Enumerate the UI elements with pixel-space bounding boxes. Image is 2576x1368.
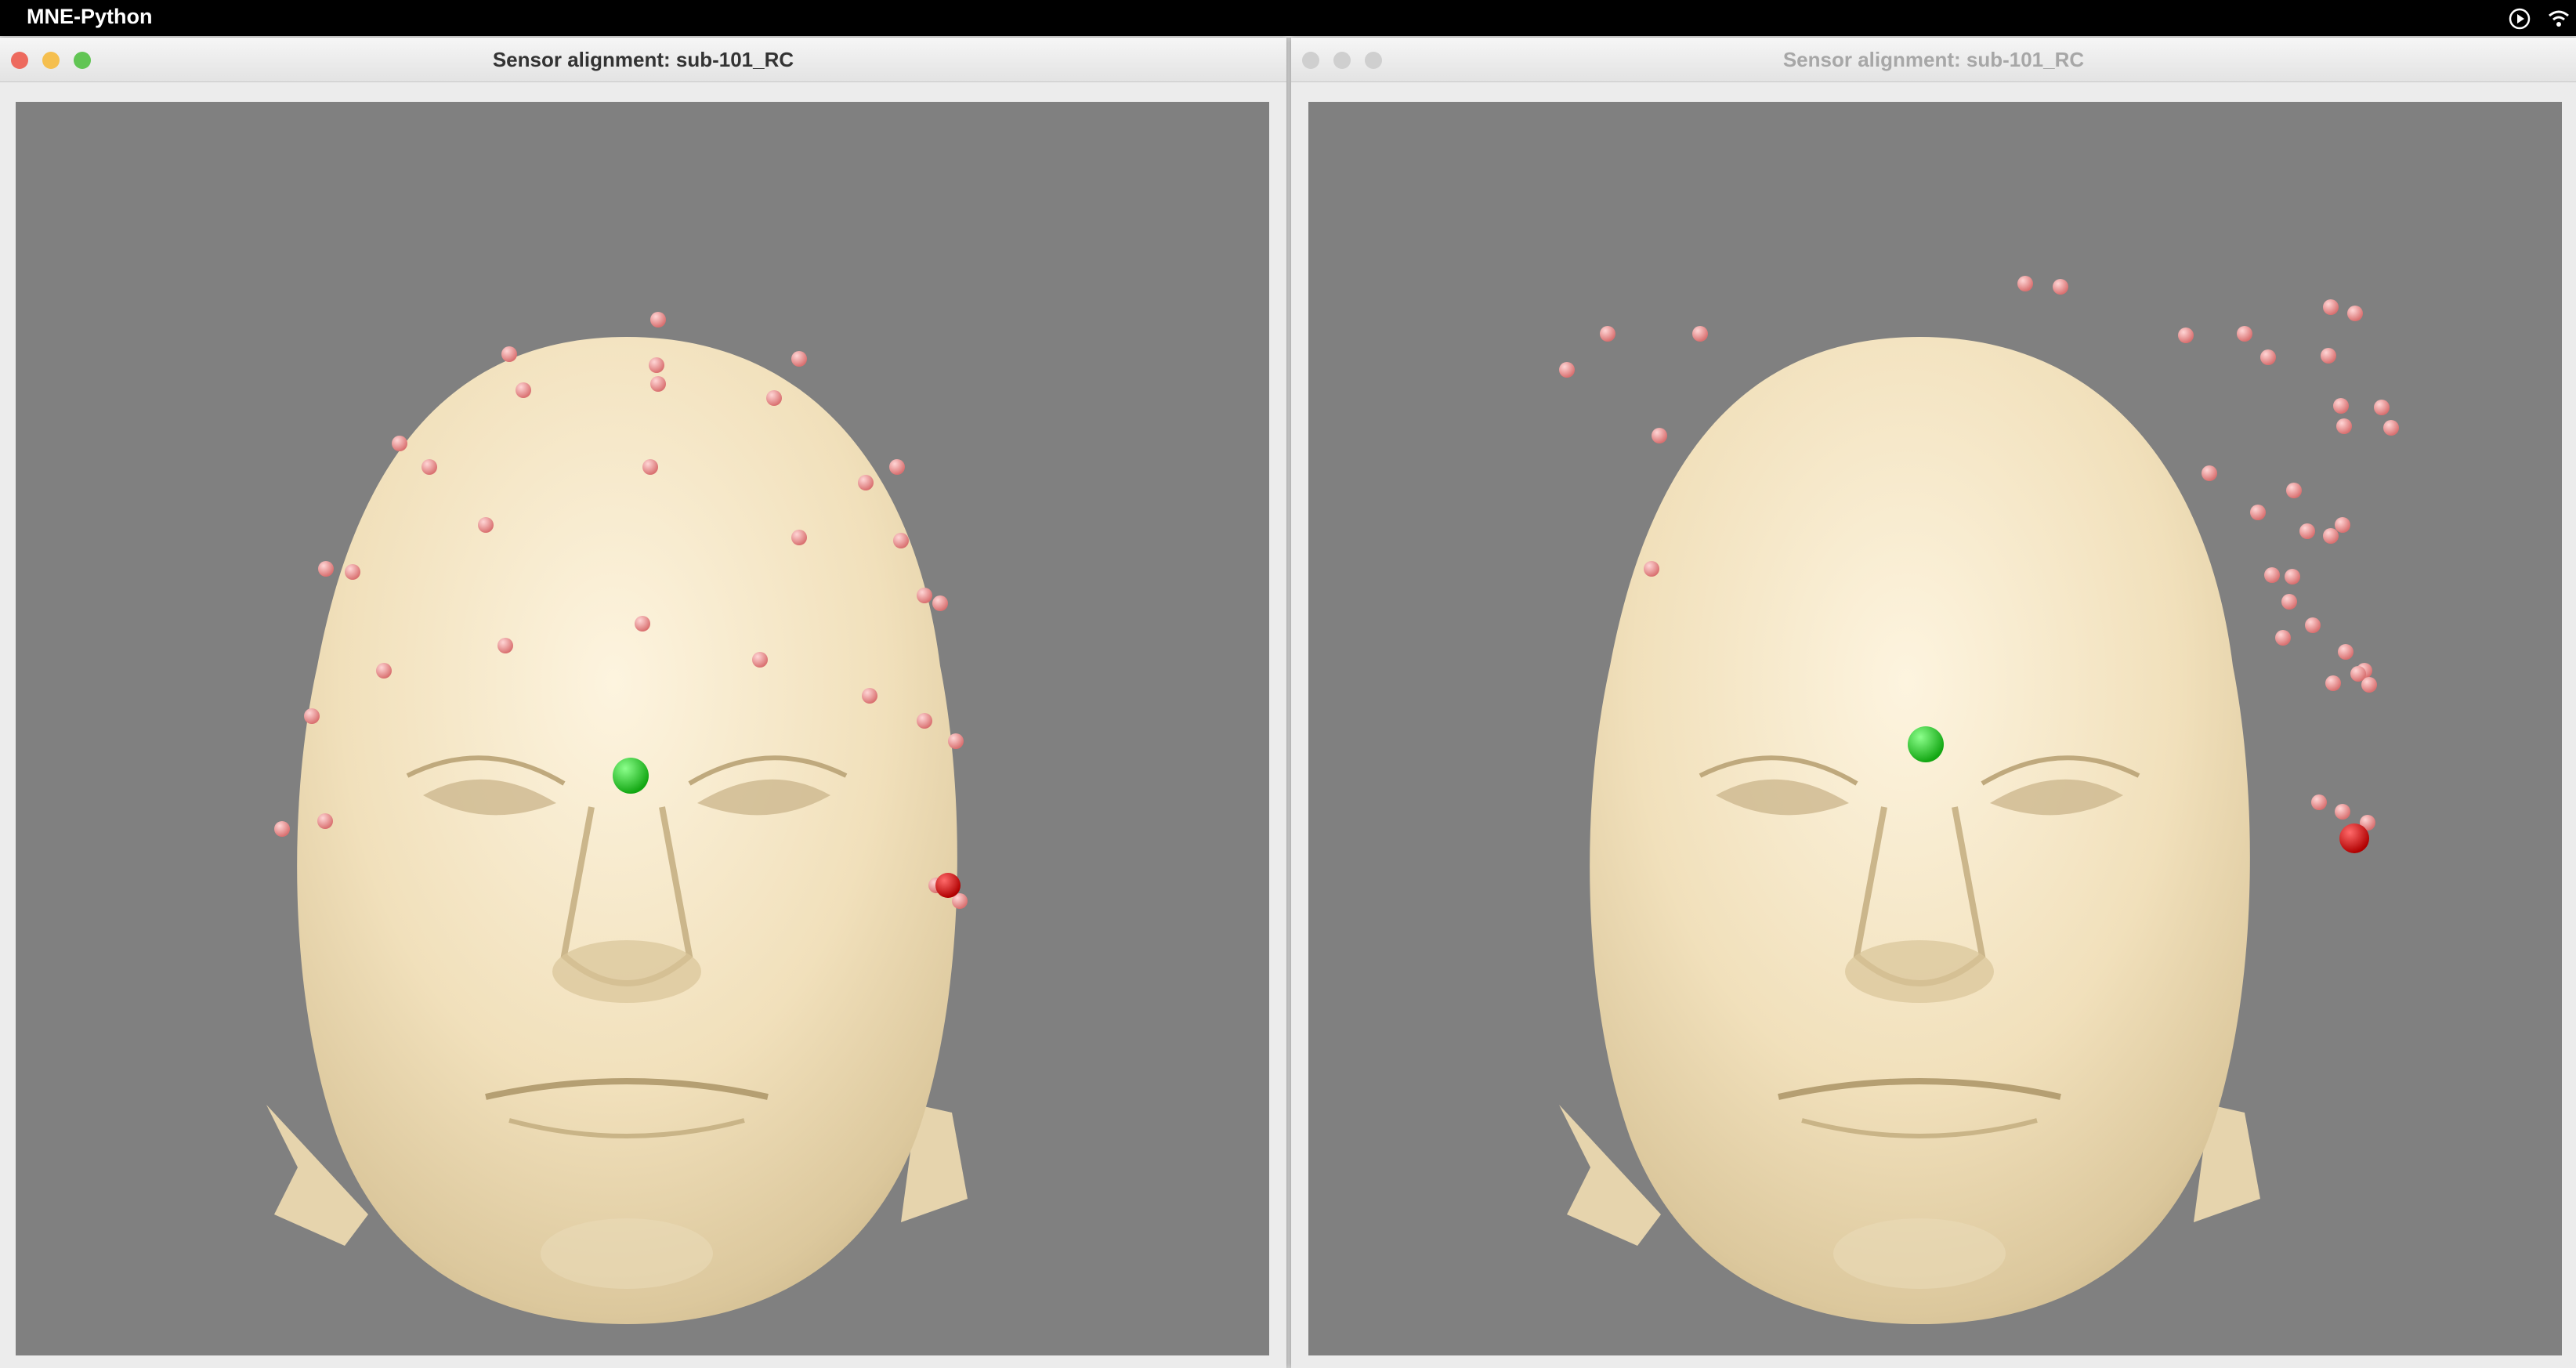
rpa-fiducial bbox=[2339, 823, 2369, 853]
title-bar[interactable]: Sensor alignment: sub-101_RC bbox=[1291, 38, 2576, 82]
sensor-point bbox=[1559, 362, 1575, 378]
sensor-point bbox=[2281, 594, 2297, 610]
sensor-alignment-window-left[interactable]: Sensor alignment: sub-101_RC bbox=[0, 38, 1286, 1368]
sensor-point bbox=[2311, 794, 2327, 810]
sensor-point bbox=[2053, 279, 2068, 295]
3d-render-viewport[interactable] bbox=[1308, 102, 2562, 1355]
sensor-alignment-window-right[interactable]: Sensor alignment: sub-101_RC bbox=[1291, 38, 2576, 1368]
sensor-point bbox=[650, 376, 666, 392]
sensor-point bbox=[766, 390, 782, 406]
sensor-point bbox=[2299, 523, 2315, 539]
head-surface bbox=[1559, 337, 2260, 1324]
sensor-point bbox=[2335, 804, 2350, 820]
sensor-point bbox=[304, 708, 320, 724]
sensor-point bbox=[2338, 644, 2353, 660]
nasion-fiducial bbox=[613, 758, 649, 794]
sensor-point bbox=[376, 663, 392, 679]
sensor-point bbox=[917, 713, 932, 729]
sensor-point bbox=[421, 459, 437, 475]
sensor-point bbox=[752, 652, 768, 668]
sensor-point bbox=[1652, 428, 1667, 443]
sensor-point bbox=[1600, 326, 1615, 342]
sensor-point bbox=[2347, 306, 2363, 321]
sensor-point bbox=[392, 436, 407, 451]
menu-bar: MNE-Python bbox=[0, 0, 2576, 36]
play-circle-icon[interactable] bbox=[2507, 6, 2532, 31]
sensor-point bbox=[858, 475, 874, 490]
sensor-point bbox=[2202, 465, 2217, 481]
sensor-point bbox=[650, 312, 666, 328]
sensor-point bbox=[2325, 675, 2341, 691]
sensor-point bbox=[791, 530, 807, 545]
sensor-point bbox=[501, 346, 517, 362]
sensor-point bbox=[917, 588, 932, 603]
head-sensor-scene[interactable] bbox=[1308, 102, 2562, 1355]
sensor-point bbox=[2383, 420, 2399, 436]
sensor-point bbox=[2305, 617, 2321, 633]
sensor-point bbox=[649, 357, 664, 373]
sensor-point bbox=[274, 821, 290, 837]
sensor-point bbox=[2323, 299, 2339, 315]
rpa-fiducial bbox=[935, 873, 961, 898]
sensor-point bbox=[2260, 349, 2276, 365]
sensor-point bbox=[635, 616, 650, 632]
sensor-point bbox=[516, 382, 531, 398]
sensor-point bbox=[2350, 666, 2366, 682]
sensor-point bbox=[317, 813, 333, 829]
title-bar[interactable]: Sensor alignment: sub-101_RC bbox=[0, 38, 1286, 82]
sensor-point bbox=[1692, 326, 1708, 342]
sensor-point bbox=[2335, 517, 2350, 533]
sensor-point bbox=[318, 561, 334, 577]
sensor-point bbox=[2321, 348, 2336, 364]
sensor-point bbox=[948, 733, 964, 749]
sensor-point bbox=[2333, 398, 2349, 414]
sensor-point bbox=[2285, 569, 2300, 584]
sensor-point bbox=[932, 595, 948, 611]
sensor-point bbox=[2323, 528, 2339, 544]
sensor-point bbox=[2374, 400, 2390, 415]
sensor-point bbox=[2264, 567, 2280, 583]
sensor-point bbox=[2336, 418, 2352, 434]
sensor-point bbox=[2237, 326, 2252, 342]
sensor-point bbox=[1644, 561, 1659, 577]
sensor-point bbox=[478, 517, 494, 533]
sensor-point bbox=[862, 688, 877, 704]
nasion-fiducial bbox=[1908, 726, 1944, 762]
sensor-point bbox=[2286, 483, 2302, 498]
sensor-point bbox=[497, 638, 513, 653]
head-sensor-scene[interactable] bbox=[16, 102, 1269, 1355]
sensor-point bbox=[893, 533, 909, 548]
sensor-point bbox=[2017, 276, 2033, 291]
3d-render-viewport[interactable] bbox=[16, 102, 1269, 1355]
sensor-point bbox=[2250, 505, 2266, 520]
sensor-point bbox=[642, 459, 658, 475]
app-name-menu[interactable]: MNE-Python bbox=[27, 5, 152, 29]
sensor-point bbox=[345, 564, 360, 580]
window-title: Sensor alignment: sub-101_RC bbox=[492, 48, 794, 71]
window-title: Sensor alignment: sub-101_RC bbox=[1782, 48, 2085, 71]
sensor-point bbox=[889, 459, 905, 475]
sensor-point bbox=[791, 351, 807, 367]
wifi-icon[interactable] bbox=[2546, 6, 2571, 31]
sensor-point bbox=[2178, 328, 2194, 343]
sensor-point bbox=[2275, 630, 2291, 646]
